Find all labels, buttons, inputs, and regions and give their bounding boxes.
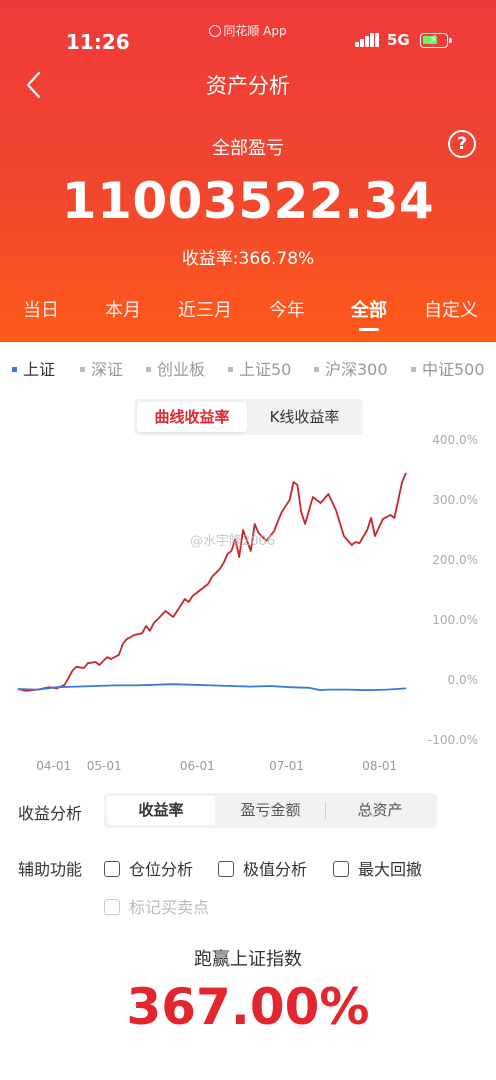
aux-row: 辅助功能 仓位分析 极值分析 最大回撤: [0, 852, 496, 882]
tab-three-months[interactable]: 近三月: [164, 296, 246, 322]
app-logo-icon: [209, 25, 222, 37]
position-analysis-checkbox[interactable]: 仓位分析: [104, 856, 193, 880]
analysis-toggle: 收益率 盈亏金额 总资产: [104, 793, 437, 828]
page-title: 资产分析: [206, 74, 290, 98]
index-shenzhen[interactable]: 深证: [80, 356, 123, 380]
tab-this-year[interactable]: 今年: [246, 296, 328, 322]
network-type: 5G: [387, 31, 410, 49]
index-return-line: [17, 683, 407, 692]
x-tick-label: 05-01: [87, 759, 122, 773]
portfolio-return-line: [17, 472, 407, 692]
aux-row-2: 标记买卖点: [0, 890, 496, 920]
y-tick-label: -100.0%: [428, 733, 478, 747]
status-app-label: 同花顺 App: [223, 24, 287, 38]
total-assets-button[interactable]: 总资产: [326, 796, 434, 825]
watermark: @水宇隆2006: [190, 534, 276, 549]
index-csi300[interactable]: 沪深300: [314, 356, 388, 380]
index-selector: 上证 深证 创业板 上证50 沪深300 中证500: [0, 354, 496, 380]
x-tick-label: 04-01: [36, 759, 71, 773]
curve-return-button[interactable]: 曲线收益率: [137, 402, 247, 432]
mark-trades-checkbox: 标记买卖点: [104, 894, 209, 918]
aux-label: 辅助功能: [18, 860, 83, 879]
total-pl-label: 全部盈亏: [212, 138, 284, 159]
analysis-row: 收益分析 收益率 盈亏金额 总资产: [0, 792, 496, 828]
x-tick-label: 06-01: [180, 759, 215, 773]
beat-index-value: 367.00%: [126, 978, 370, 1036]
x-tick-label: 08-01: [362, 759, 397, 773]
signal-icon: [355, 33, 381, 47]
index-csi500[interactable]: 中证500: [411, 356, 485, 380]
tab-today[interactable]: 当日: [0, 296, 82, 322]
status-bar: 11:26 同花顺 App 5G ⚡: [0, 0, 496, 70]
total-pl-value: 11003522.34: [61, 172, 435, 230]
index-chinext[interactable]: 创业板: [146, 356, 205, 380]
analysis-label: 收益分析: [18, 804, 83, 823]
header-banner: 11:26 同花顺 App 5G ⚡ 资产分析 全部盈亏 ? 11003522.…: [0, 0, 496, 342]
beat-index-label: 跑赢上证指数: [194, 949, 302, 970]
help-icon[interactable]: ?: [448, 130, 476, 158]
range-tabs: 当日 本月 近三月 今年 全部 自定义: [0, 296, 496, 342]
y-tick-label: 0.0%: [448, 673, 479, 687]
y-tick-label: 400.0%: [432, 433, 478, 447]
pl-amount-button[interactable]: 盈亏金额: [216, 796, 325, 825]
index-shanghai[interactable]: 上证: [12, 356, 55, 380]
y-tick-label: 100.0%: [432, 613, 478, 627]
max-drawdown-checkbox[interactable]: 最大回撤: [333, 856, 422, 880]
tab-all[interactable]: 全部: [328, 296, 410, 331]
battery-icon: ⚡: [420, 32, 452, 48]
index-sse50[interactable]: 上证50: [228, 356, 291, 380]
tab-month[interactable]: 本月: [82, 296, 164, 322]
return-chart[interactable]: 400.0% 300.0% 200.0% 100.0% 0.0% -100.0% 04-01…: [0, 430, 496, 780]
return-rate: 收益率:366.78%: [181, 249, 315, 269]
return-rate-button[interactable]: 收益率: [107, 796, 215, 825]
y-tick-label: 200.0%: [432, 553, 478, 567]
kline-return-button[interactable]: K线收益率: [249, 402, 360, 432]
extreme-analysis-checkbox[interactable]: 极值分析: [218, 856, 307, 880]
y-tick-label: 300.0%: [432, 493, 478, 507]
tab-custom[interactable]: 自定义: [410, 296, 492, 322]
x-tick-label: 07-01: [269, 759, 304, 773]
